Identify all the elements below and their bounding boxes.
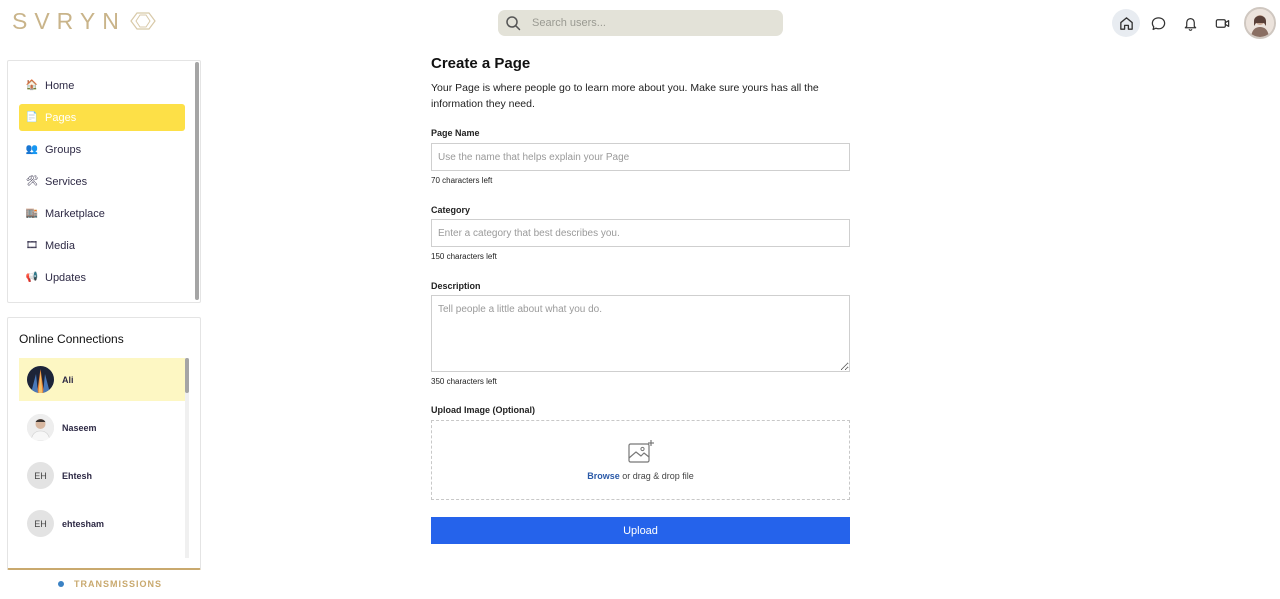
avatar — [27, 414, 54, 441]
home-nav-button[interactable] — [1112, 9, 1140, 37]
user-photo-icon — [1246, 9, 1274, 37]
connection-name: Ehtesh — [62, 470, 93, 481]
connection-item[interactable]: EH Ehtesh — [19, 454, 185, 497]
logo-mark-icon — [130, 12, 156, 30]
avatar-initials: EH — [27, 462, 54, 489]
search-bar[interactable] — [498, 10, 783, 36]
sidebar-item-label: Updates — [45, 271, 86, 284]
description-field[interactable] — [431, 295, 850, 372]
sidebar-item-label: Services — [45, 175, 88, 188]
messages-button[interactable] — [1144, 9, 1172, 37]
chat-icon — [1151, 16, 1165, 30]
search-input[interactable] — [532, 17, 762, 29]
video-call-button[interactable] — [1208, 9, 1236, 37]
dropzone-hint: or drag & drop file — [619, 471, 694, 481]
sidebar-item-label: Marketplace — [45, 207, 105, 220]
category-char-count: 150 characters left — [431, 252, 497, 261]
dropzone-text: Browse or drag & drop file — [587, 471, 694, 481]
add-image-icon — [627, 440, 654, 463]
sidebar-item-services[interactable]: 🛠 Services — [19, 168, 185, 195]
connections-scrollbar[interactable] — [185, 358, 189, 393]
description-char-count: 350 characters left — [431, 377, 497, 386]
profile-avatar[interactable] — [1244, 7, 1276, 39]
page-name-label: Page Name — [431, 128, 480, 138]
top-header: SVRYN — [0, 0, 1280, 46]
sidebar-item-label: Home — [45, 79, 75, 92]
connection-name: Naseem — [62, 422, 97, 433]
sidebar-scrollbar[interactable] — [195, 62, 199, 300]
sidebar-item-label: Media — [45, 239, 75, 252]
megaphone-icon: 📢 — [25, 272, 39, 283]
connection-item[interactable]: EH ehtesham — [19, 502, 185, 545]
film-icon: 🎞 — [25, 240, 39, 251]
online-connections-panel: Online Connections Ali Naseem EH Ehtesh … — [7, 317, 201, 570]
bell-icon — [1184, 17, 1196, 31]
people-icon: 👥 — [25, 144, 39, 155]
image-dropzone[interactable]: Browse or drag & drop file — [431, 420, 850, 500]
connection-item[interactable]: Ali — [19, 358, 185, 401]
user-photo-icon — [27, 414, 54, 441]
video-icon — [1215, 18, 1229, 28]
sidebar-item-pages[interactable]: 📄 Pages — [19, 104, 185, 131]
avatar-initials: EH — [27, 510, 54, 537]
page-icon: 📄 — [25, 112, 39, 123]
category-field[interactable] — [431, 219, 850, 247]
store-icon: 🏬 — [25, 208, 39, 219]
transmissions-label: TRANSMISSIONS — [74, 579, 163, 589]
sidebar-nav: 🏠 Home 📄 Pages 👥 Groups 🛠 Services 🏬 Mar… — [7, 60, 201, 303]
connection-name: Ali — [62, 374, 74, 385]
create-page-form: Create a Page Your Page is where people … — [431, 55, 850, 112]
connection-item[interactable]: Naseem — [19, 406, 185, 449]
status-dot-icon — [58, 581, 64, 587]
sidebar-item-marketplace[interactable]: 🏬 Marketplace — [19, 200, 185, 227]
description-label: Description — [431, 281, 481, 291]
sidebar-item-updates[interactable]: 📢 Updates — [19, 264, 185, 291]
page-title: Create a Page — [431, 55, 531, 72]
sidebar-item-label: Pages — [45, 111, 77, 124]
transmissions-link[interactable]: TRANSMISSIONS — [58, 579, 162, 589]
page-name-field[interactable] — [431, 143, 850, 171]
page-name-char-count: 70 characters left — [431, 176, 493, 185]
logo[interactable]: SVRYN — [12, 7, 158, 34]
upload-button[interactable]: Upload — [431, 517, 850, 544]
online-connections-title: Online Connections — [19, 332, 124, 346]
upload-image-label: Upload Image (Optional) — [431, 405, 536, 415]
sidebar-item-groups[interactable]: 👥 Groups — [19, 136, 185, 163]
sidebar-item-label: Groups — [45, 143, 82, 156]
logo-text: SVRYN — [12, 7, 126, 34]
house-icon: 🏠 — [25, 80, 39, 91]
category-label: Category — [431, 205, 471, 215]
sidebar-item-home[interactable]: 🏠 Home — [19, 72, 185, 99]
sidebar-item-media[interactable]: 🎞 Media — [19, 232, 185, 259]
tools-icon: 🛠 — [25, 176, 39, 187]
connection-name: ehtesham — [62, 518, 105, 529]
home-icon — [1119, 16, 1133, 30]
browse-link[interactable]: Browse — [587, 471, 620, 481]
search-icon — [506, 16, 521, 31]
avatar — [27, 366, 54, 393]
notifications-button[interactable] — [1176, 9, 1204, 37]
intro-text: Your Page is where people go to learn mo… — [431, 82, 819, 110]
user-photo-icon — [27, 366, 54, 393]
